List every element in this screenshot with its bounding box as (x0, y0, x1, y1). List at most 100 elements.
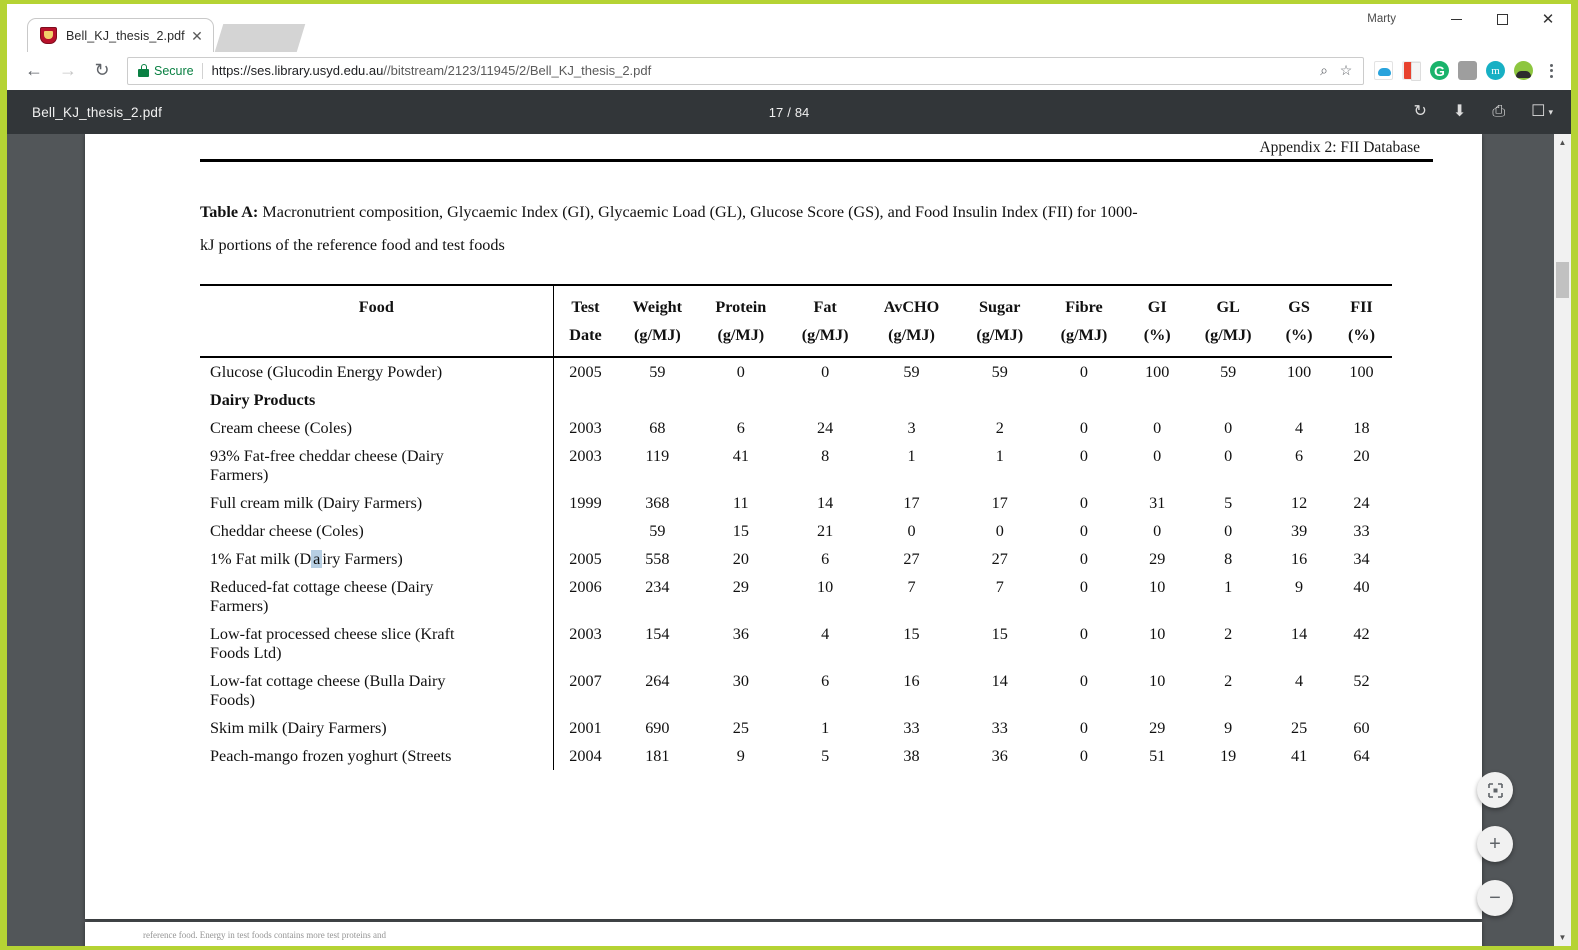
extensions-row: G m (1374, 61, 1537, 80)
table-cell-value: 0 (1189, 442, 1267, 489)
table-cell-value: 33 (1331, 517, 1392, 545)
th-test-sub: Date (553, 326, 617, 357)
download-icon[interactable]: ⬇ (1453, 104, 1466, 120)
table-cell-value: 0 (1043, 545, 1126, 573)
th-avcho-sub: (g/MJ) (866, 326, 957, 357)
table-cell-value: 42 (1331, 620, 1392, 667)
address-bar[interactable]: Secure https://ses.library.usyd.edu.au//… (127, 57, 1364, 85)
pdf-page-area[interactable]: Appendix 2: FII Database Table A: Macron… (7, 134, 1571, 946)
table-cell-value: 0 (866, 517, 957, 545)
table-cell-value: 3 (866, 414, 957, 442)
table-cell-value: 9 (1267, 573, 1331, 620)
window-maximize-button[interactable] (1479, 4, 1525, 34)
url-path: //bitstream/2123/11945/2/Bell_KJ_thesis_… (383, 63, 651, 78)
table-cell-value: 0 (1043, 489, 1126, 517)
table-cell-value: 2 (1189, 667, 1267, 714)
secure-label: Secure (154, 64, 194, 78)
pdf-page-current[interactable]: 17 (769, 105, 783, 120)
table-cell-value: 4 (784, 620, 866, 667)
table-cell-value: 2003 (553, 442, 617, 489)
fit-page-icon[interactable] (1477, 772, 1513, 808)
new-tab-ghost[interactable] (215, 24, 306, 52)
pdf-page-indicator: 17/84 (7, 105, 1571, 120)
book-ext-icon[interactable] (1402, 61, 1421, 80)
table-cell-value: 41 (697, 442, 784, 489)
table-cell-value: 234 (617, 573, 697, 620)
browser-tab[interactable]: Bell_KJ_thesis_2.pdf ✕ (27, 18, 214, 52)
table-cell-value: 27 (866, 545, 957, 573)
table-cell-value: 0 (1043, 667, 1126, 714)
table-cell-value: 2 (1189, 620, 1267, 667)
zoom-in-button[interactable]: + (1477, 826, 1513, 862)
pdf-viewer: Bell_KJ_thesis_2.pdf 17/84 ↻ ⬇ ⎙ ☐▾ Appe… (7, 90, 1571, 946)
table-cell-food: Glucose (Glucodin Energy Powder) (200, 357, 553, 386)
table-cell-value: 33 (866, 714, 957, 742)
table-cell-value: 10 (1125, 620, 1189, 667)
rotate-icon[interactable]: ↻ (1414, 104, 1427, 120)
window-close-button[interactable]: ✕ (1525, 4, 1571, 34)
th-gs-sub: (%) (1267, 326, 1331, 357)
header-rule (200, 159, 1433, 162)
table-cell-food: Reduced-fat cottage cheese (DairyFarmers… (200, 573, 553, 620)
bookmark-icon[interactable]: ☐▾ (1531, 104, 1553, 120)
grammarly-ext-icon[interactable]: G (1430, 61, 1449, 80)
table-cell-value (553, 386, 617, 414)
th-weight-sub: (g/MJ) (617, 326, 697, 357)
scroll-down-arrow-icon[interactable]: ▼ (1554, 929, 1571, 946)
url-text: https://ses.library.usyd.edu.au//bitstre… (212, 63, 1313, 78)
table-cell-value: 59 (617, 357, 697, 386)
table-cell-value: 59 (866, 357, 957, 386)
table-cell-value (697, 386, 784, 414)
table-cell-value: 2004 (553, 742, 617, 770)
table-cell-value: 29 (1125, 545, 1189, 573)
table-cell-value: 1 (866, 442, 957, 489)
tab-close-icon[interactable]: ✕ (189, 29, 205, 43)
table-cell-value: 33 (957, 714, 1043, 742)
table-cell-value (1189, 386, 1267, 414)
table-cell-value: 0 (1043, 714, 1126, 742)
green-ext-icon[interactable] (1514, 61, 1533, 80)
th-sugar: Sugar (957, 285, 1043, 326)
table-row: 93% Fat-free cheddar cheese (DairyFarmer… (200, 442, 1392, 489)
table-cell-value: 100 (1267, 357, 1331, 386)
table-cell-value: 0 (1043, 414, 1126, 442)
reload-icon[interactable]: ↻ (85, 56, 119, 86)
table-row: 1% Fat milk (Dairy Farmers)2005558206272… (200, 545, 1392, 573)
profile-name[interactable]: Marty (1367, 13, 1396, 25)
mendeley-ext-icon[interactable]: m (1486, 61, 1505, 80)
back-icon[interactable]: ← (17, 56, 51, 86)
table-cell-value: 59 (957, 357, 1043, 386)
zoom-out-button[interactable]: − (1477, 880, 1513, 916)
pdf-scrollbar[interactable]: ▲ ▼ (1554, 134, 1571, 946)
chrome-menu-icon[interactable] (1541, 64, 1561, 78)
table-cell-food: Cheddar cheese (Coles) (200, 517, 553, 545)
food-name-line-1: Dairy Products (210, 391, 315, 409)
table-cell-food: 1% Fat milk (Dairy Farmers) (200, 545, 553, 573)
th-sugar-sub: (g/MJ) (957, 326, 1043, 357)
table-cell-value: 29 (1125, 714, 1189, 742)
cloud-ext-icon[interactable] (1374, 61, 1393, 80)
scroll-up-arrow-icon[interactable]: ▲ (1554, 134, 1571, 151)
table-cell-value: 18 (1331, 414, 1392, 442)
print-icon[interactable]: ⎙ (1492, 104, 1505, 120)
bookmark-star-icon[interactable]: ☆ (1335, 62, 1357, 79)
search-icon[interactable]: ⌕ (1313, 62, 1335, 79)
th-fii: FII (1331, 285, 1392, 326)
table-cell-value: 8 (784, 442, 866, 489)
table-cell-value: 14 (1267, 620, 1331, 667)
forward-icon[interactable]: → (51, 56, 85, 86)
table-row: Glucose (Glucodin Energy Powder)20055900… (200, 357, 1392, 386)
window-minimize-button[interactable] (1433, 4, 1479, 34)
running-head: Appendix 2: FII Database (200, 134, 1442, 157)
food-name-line-1: Skim milk (Dairy Farmers) (210, 719, 387, 737)
food-name-line-1: Reduced-fat cottage cheese (Dairy (210, 578, 433, 596)
table-cell-value: 0 (957, 517, 1043, 545)
table-cell-value: 17 (957, 489, 1043, 517)
table-cell-value: 9 (1189, 714, 1267, 742)
table-cell-value (784, 386, 866, 414)
table-cell-food: Low-fat cottage cheese (Bulla DairyFoods… (200, 667, 553, 714)
table-cell-value: 41 (1267, 742, 1331, 770)
pdf-scrollbar-thumb[interactable] (1556, 262, 1569, 298)
table-cell-value (617, 386, 697, 414)
grey-ext-icon[interactable] (1458, 61, 1477, 80)
